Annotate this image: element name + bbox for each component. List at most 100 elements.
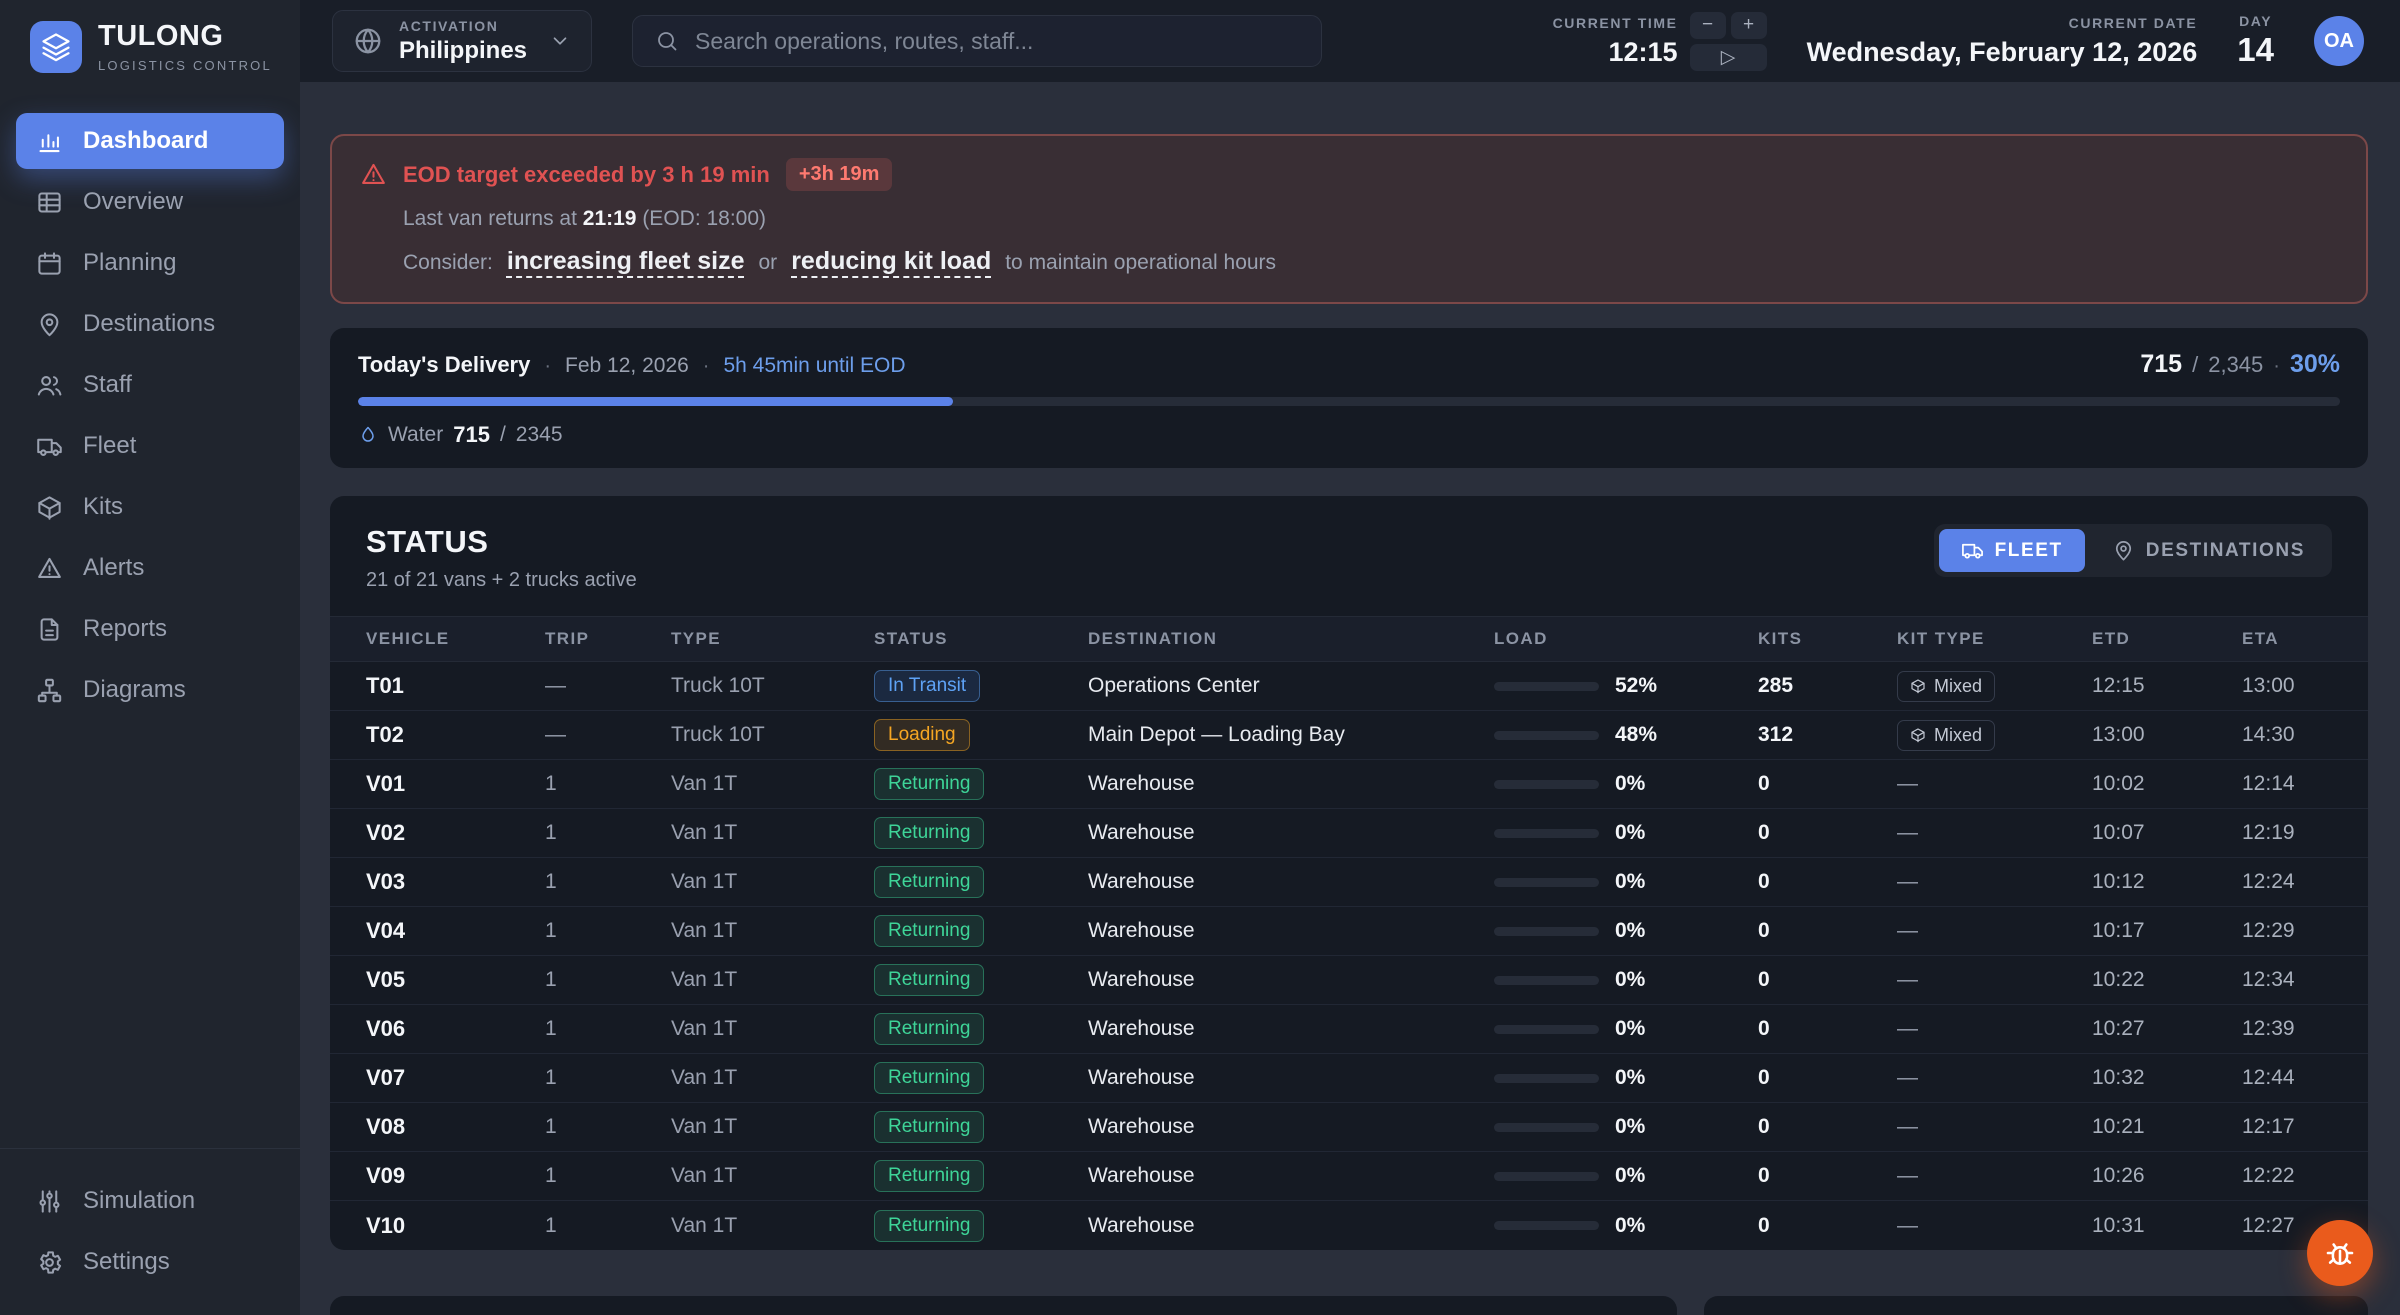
- cell-vehicle: V09: [366, 1163, 545, 1189]
- cell-status: Returning: [874, 1062, 1088, 1094]
- increase-fleet-link[interactable]: increasing fleet size: [507, 247, 745, 276]
- sidebar-item-kits[interactable]: Kits: [16, 479, 284, 535]
- activation-selector[interactable]: ACTIVATION Philippines: [332, 10, 592, 72]
- cell-vehicle: T02: [366, 722, 545, 748]
- cell-status: Returning: [874, 915, 1088, 947]
- sidebar-item-destinations[interactable]: Destinations: [16, 296, 284, 352]
- kit-type-badge: Mixed: [1897, 720, 1995, 751]
- load-bar: [1494, 780, 1599, 789]
- cell-type: Van 1T: [671, 870, 874, 894]
- cell-destination: Warehouse: [1088, 1115, 1494, 1139]
- cell-kits: 0: [1758, 821, 1897, 845]
- sidebar-item-fleet[interactable]: Fleet: [16, 418, 284, 474]
- kit-type-none: —: [1897, 968, 1918, 991]
- kit-type-none: —: [1897, 1164, 1918, 1187]
- cell-kits: 0: [1758, 1115, 1897, 1139]
- cell-trip: 1: [545, 1017, 671, 1041]
- load-percent: 52%: [1615, 674, 1657, 698]
- main-area: ACTIVATION Philippines CURRENT TIME 12:1…: [300, 0, 2400, 1315]
- sidebar-item-planning[interactable]: Planning: [16, 235, 284, 291]
- staff-icon: [36, 372, 63, 399]
- sidebar-item-dashboard[interactable]: Dashboard: [16, 113, 284, 169]
- fleet-tab[interactable]: FLEET: [1939, 529, 2085, 572]
- column-header: ETA: [2242, 629, 2332, 649]
- table-row[interactable]: T01 — Truck 10T In Transit Operations Ce…: [330, 662, 2368, 711]
- current-date-value: Wednesday, February 12, 2026: [1807, 37, 2198, 68]
- cell-status: Returning: [874, 1160, 1088, 1192]
- alert-triangle-icon: [360, 161, 387, 188]
- cell-status: Returning: [874, 1210, 1088, 1242]
- sidebar-item-label: Kits: [83, 493, 123, 521]
- cell-vehicle: V04: [366, 918, 545, 944]
- cell-etd: 10:31: [2092, 1214, 2242, 1238]
- table-row[interactable]: V05 1 Van 1T Returning Warehouse 0% 0 — …: [330, 956, 2368, 1005]
- table-row[interactable]: V01 1 Van 1T Returning Warehouse 0% 0 — …: [330, 760, 2368, 809]
- load-bar: [1494, 1172, 1599, 1181]
- cell-kit-type: Mixed: [1897, 671, 2092, 702]
- sidebar-item-simulation[interactable]: Simulation: [16, 1173, 284, 1229]
- cell-status: Returning: [874, 866, 1088, 898]
- sidebar: TULONG LOGISTICS CONTROL Dashboard Overv…: [0, 0, 300, 1315]
- delivery-progress-fill: [358, 397, 953, 406]
- destinations-tab[interactable]: DESTINATIONS: [2090, 529, 2327, 572]
- cell-eta: 12:39: [2242, 1017, 2332, 1041]
- sidebar-item-settings[interactable]: Settings: [16, 1234, 284, 1290]
- sidebar-item-label: Settings: [83, 1248, 170, 1276]
- table-row[interactable]: V04 1 Van 1T Returning Warehouse 0% 0 — …: [330, 907, 2368, 956]
- cell-load: 0%: [1494, 821, 1758, 845]
- table-row[interactable]: V08 1 Van 1T Returning Warehouse 0% 0 — …: [330, 1103, 2368, 1152]
- cell-trip: 1: [545, 1115, 671, 1139]
- content-scroll-area[interactable]: EOD target exceeded by 3 h 19 min +3h 19…: [300, 82, 2400, 1315]
- sidebar-item-label: Reports: [83, 615, 167, 643]
- topbar: ACTIVATION Philippines CURRENT TIME 12:1…: [300, 0, 2400, 82]
- sidebar-item-label: Planning: [83, 249, 176, 277]
- status-badge: Returning: [874, 1062, 984, 1094]
- debug-bug-button[interactable]: [2307, 1220, 2373, 1286]
- sidebar-item-label: Dashboard: [83, 127, 208, 155]
- sidebar-item-alerts[interactable]: Alerts: [16, 540, 284, 596]
- sidebar-item-overview[interactable]: Overview: [16, 174, 284, 230]
- status-badge: Returning: [874, 1013, 984, 1045]
- water-progress-row: Water 715 / 2345: [358, 422, 2340, 448]
- kit-type-none: —: [1897, 821, 1918, 844]
- table-row[interactable]: V03 1 Van 1T Returning Warehouse 0% 0 — …: [330, 858, 2368, 907]
- cell-kit-type: —: [1897, 772, 2092, 796]
- search-input[interactable]: [695, 28, 1299, 55]
- table-row[interactable]: T02 — Truck 10T Loading Main Depot — Loa…: [330, 711, 2368, 760]
- sidebar-item-staff[interactable]: Staff: [16, 357, 284, 413]
- cell-status: Returning: [874, 964, 1088, 996]
- table-row[interactable]: V07 1 Van 1T Returning Warehouse 0% 0 — …: [330, 1054, 2368, 1103]
- cell-status: Returning: [874, 1013, 1088, 1045]
- sidebar-item-reports[interactable]: Reports: [16, 601, 284, 657]
- avatar[interactable]: OA: [2314, 16, 2364, 66]
- water-total: 2345: [516, 423, 563, 447]
- cell-load: 0%: [1494, 1164, 1758, 1188]
- cell-load: 0%: [1494, 919, 1758, 943]
- cell-status: Returning: [874, 1111, 1088, 1143]
- table-row[interactable]: V02 1 Van 1T Returning Warehouse 0% 0 — …: [330, 809, 2368, 858]
- cell-destination: Warehouse: [1088, 821, 1494, 845]
- reduce-kit-load-link[interactable]: reducing kit load: [791, 247, 991, 276]
- cell-kit-type: —: [1897, 870, 2092, 894]
- cell-eta: 12:14: [2242, 772, 2332, 796]
- time-plus-button[interactable]: +: [1731, 12, 1767, 39]
- cell-trip: 1: [545, 968, 671, 992]
- cell-etd: 10:12: [2092, 870, 2242, 894]
- cell-kits: 0: [1758, 1164, 1897, 1188]
- search-bar[interactable]: [632, 15, 1322, 67]
- droplet-icon: [358, 425, 378, 445]
- table-row[interactable]: V06 1 Van 1T Returning Warehouse 0% 0 — …: [330, 1005, 2368, 1054]
- brand: TULONG LOGISTICS CONTROL: [0, 0, 300, 87]
- fleet-destinations-toggle: FLEET DESTINATIONS: [1934, 524, 2332, 577]
- table-row[interactable]: V10 1 Van 1T Returning Warehouse 0% 0 — …: [330, 1201, 2368, 1250]
- cell-status: Returning: [874, 817, 1088, 849]
- delivery-date: Feb 12, 2026: [565, 354, 689, 378]
- column-header: ETD: [2092, 629, 2242, 649]
- cell-kits: 285: [1758, 674, 1897, 698]
- table-row[interactable]: V09 1 Van 1T Returning Warehouse 0% 0 — …: [330, 1152, 2368, 1201]
- time-play-button[interactable]: ▷: [1690, 44, 1767, 71]
- sidebar-item-diagrams[interactable]: Diagrams: [16, 662, 284, 718]
- status-title: STATUS: [366, 524, 637, 560]
- time-minus-button[interactable]: −: [1690, 12, 1726, 39]
- load-bar: [1494, 1221, 1599, 1230]
